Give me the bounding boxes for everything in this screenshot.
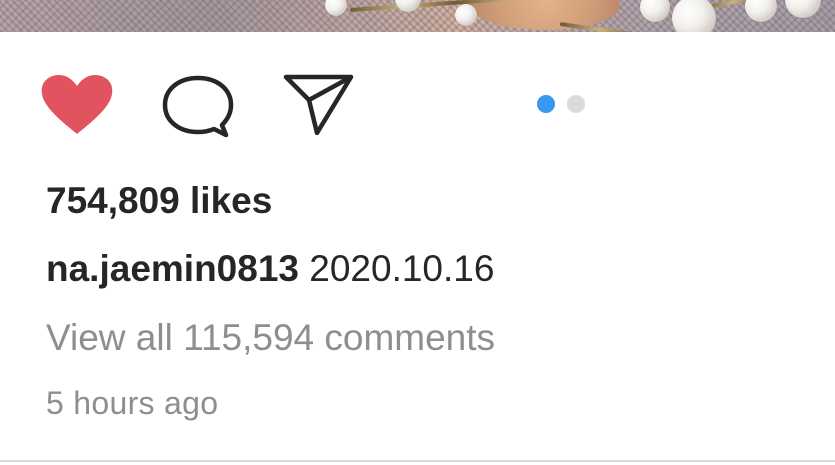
image-region-skin xyxy=(470,0,620,30)
post-action-bar xyxy=(0,68,835,138)
caption-username[interactable]: na.jaemin0813 xyxy=(46,248,299,289)
image-region-chain xyxy=(559,22,680,32)
comment-bubble-icon[interactable] xyxy=(162,75,234,139)
image-region-pearl xyxy=(455,4,477,26)
share-icon-shape xyxy=(283,74,354,135)
heart-icon-shape xyxy=(41,75,113,134)
caption-text: 2020.10.16 xyxy=(309,248,495,289)
post-timestamp: 5 hours ago xyxy=(46,385,219,421)
carousel-dot xyxy=(567,95,585,113)
image-region-pearl xyxy=(640,0,670,22)
image-region-pearl xyxy=(672,0,716,32)
view-all-comments-link[interactable]: View all 115,594 comments xyxy=(46,317,495,359)
heart-filled-icon[interactable] xyxy=(40,74,114,136)
likes-count[interactable]: 754,809 likes xyxy=(46,180,272,222)
comment-icon-shape xyxy=(162,75,234,138)
image-region-pearl xyxy=(325,0,347,16)
image-region-pearl xyxy=(785,0,821,18)
divider xyxy=(0,460,835,462)
image-region-pearl xyxy=(745,0,777,22)
post-image[interactable] xyxy=(0,0,835,32)
image-region-pearl xyxy=(395,0,421,12)
carousel-dot-active xyxy=(537,95,555,113)
post-caption: na.jaemin0813 2020.10.16 xyxy=(46,248,494,290)
paper-plane-icon[interactable] xyxy=(283,71,355,135)
